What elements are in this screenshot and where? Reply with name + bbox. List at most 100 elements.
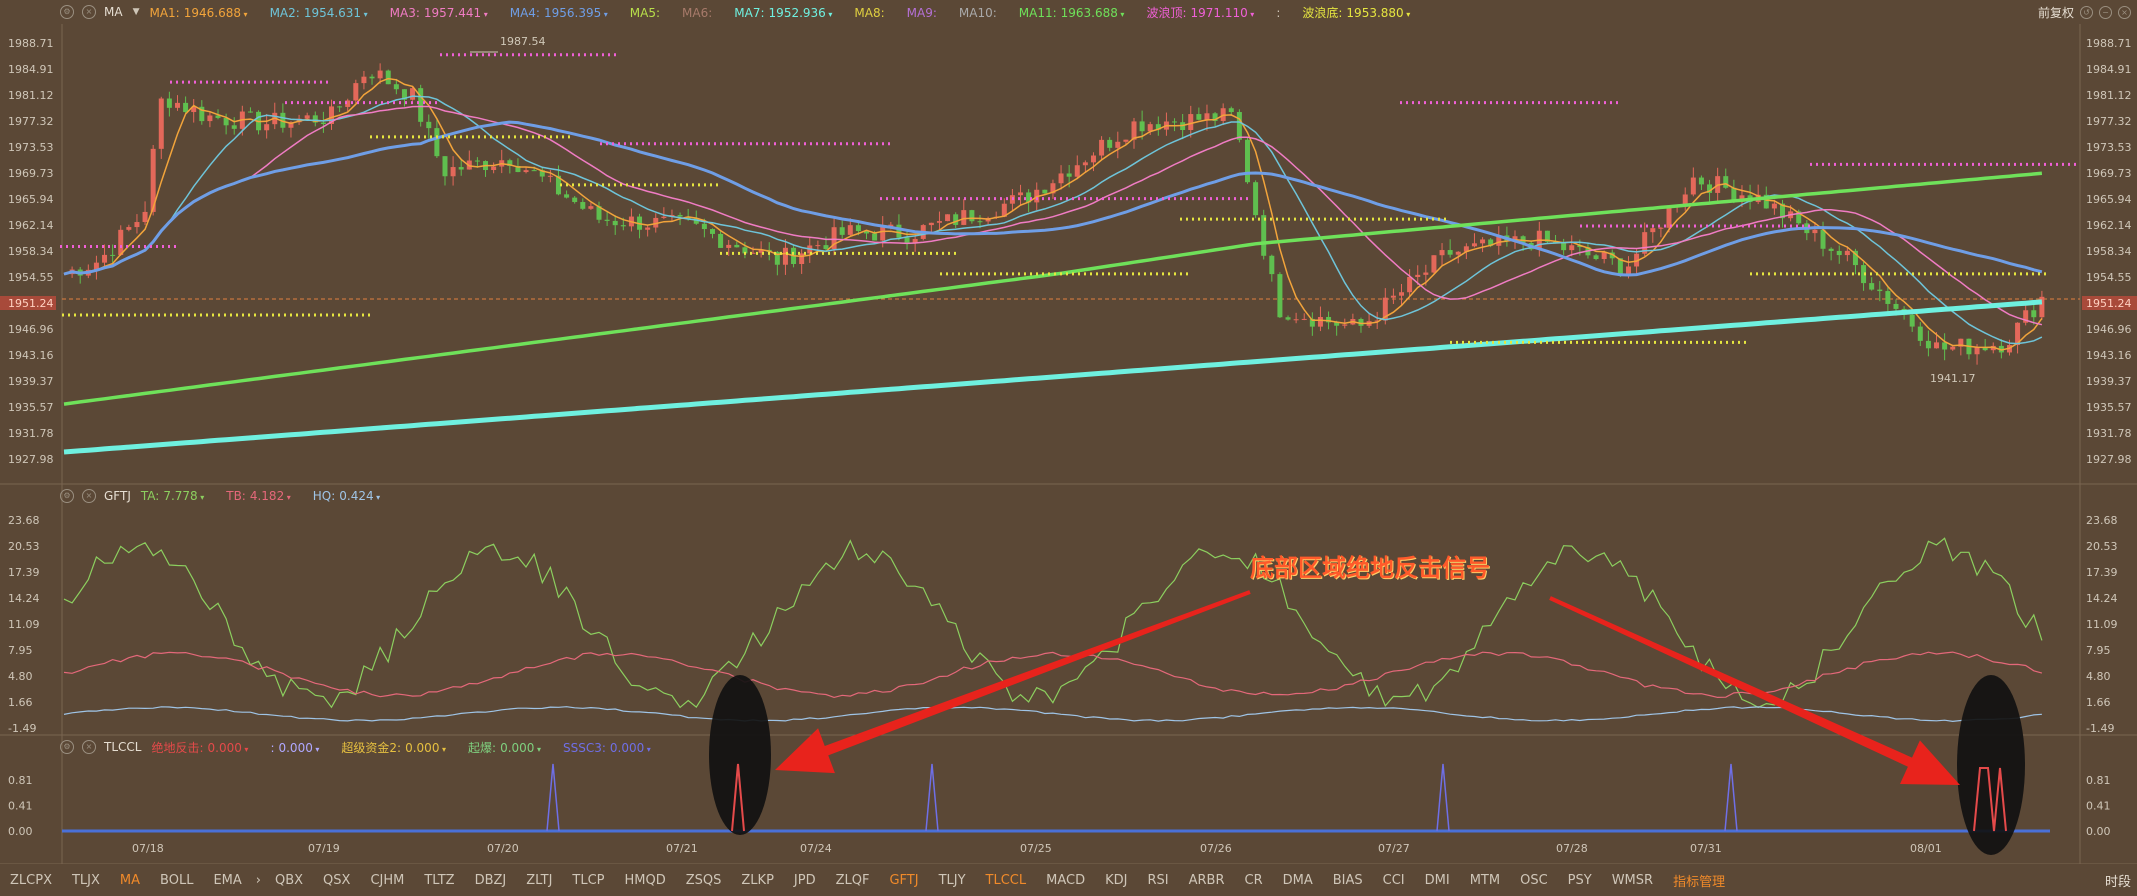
tlccl-indicator-name[interactable]: TLCCL <box>104 740 141 754</box>
highlight-ellipse <box>709 675 771 835</box>
tab-wmsr[interactable]: WMSR <box>1612 873 1653 888</box>
ma7-line <box>63 299 2043 455</box>
candle-body <box>928 222 934 226</box>
tab-cci[interactable]: CCI <box>1383 873 1405 888</box>
candle-body <box>1917 326 1923 341</box>
tab-qsx[interactable]: QSX <box>323 873 350 888</box>
price-axis-label: 1939.37 <box>8 375 54 388</box>
candle-body <box>734 244 740 248</box>
candle-body <box>264 124 270 131</box>
time-period-button[interactable]: 时段 <box>2105 871 2131 890</box>
ma-label: MA11: <box>1018 5 1057 20</box>
candle-body <box>353 83 359 101</box>
tlccl-axis-label: 0.81 <box>2086 774 2111 787</box>
tab-mtm[interactable]: MTM <box>1470 873 1500 888</box>
gftj-axis-label: 4.80 <box>8 670 33 683</box>
tab-zlqf[interactable]: ZLQF <box>836 873 870 888</box>
candle-body <box>385 70 391 85</box>
trend-arrow-icon: ▾ <box>361 9 368 19</box>
trend-arrow-icon: ▾ <box>284 493 291 502</box>
tab-zsqs[interactable]: ZSQS <box>686 873 722 888</box>
tab-ma[interactable]: MA <box>120 873 140 888</box>
candle-body <box>1471 243 1477 247</box>
indicator-manage-button[interactable]: 指标管理 <box>1673 871 1725 890</box>
candle-body <box>953 214 959 225</box>
price-axis-label: 1943.16 <box>2086 349 2132 362</box>
close-panel-icon[interactable]: × <box>2118 6 2131 19</box>
tab-macd[interactable]: MACD <box>1046 873 1085 888</box>
close-icon[interactable]: × <box>82 489 96 503</box>
tab-zltj[interactable]: ZLTJ <box>526 873 552 888</box>
candle-body <box>604 219 610 221</box>
gear-icon[interactable]: ⚙ <box>60 5 74 19</box>
candle-body <box>645 227 651 230</box>
trend-arrow-icon: ▾ <box>1403 9 1411 19</box>
tab-zlkp[interactable]: ZLKP <box>741 873 774 888</box>
candle-body <box>847 225 853 235</box>
tab-dbzj[interactable]: DBZJ <box>475 873 507 888</box>
tab-kdj[interactable]: KDJ <box>1105 873 1127 888</box>
ma-label: MA2: <box>269 5 300 20</box>
tab-dma[interactable]: DMA <box>1283 873 1313 888</box>
candle-body <box>1625 266 1631 275</box>
tab-jpd[interactable]: JPD <box>794 873 816 888</box>
candle-body <box>1042 189 1048 194</box>
tab-cjhm[interactable]: CJHM <box>370 873 404 888</box>
tab-tltz[interactable]: TLTZ <box>424 873 454 888</box>
candle-body <box>1690 177 1696 195</box>
close-icon[interactable]: × <box>82 5 96 19</box>
ma-value: 1957.441 <box>423 5 482 20</box>
close-icon[interactable]: × <box>82 740 96 754</box>
tlccl-item-1: :0.000 ▾ <box>270 741 319 755</box>
trend-arrow-icon: ▾ <box>312 744 320 754</box>
chevron-down-icon[interactable]: ▼ <box>133 7 140 17</box>
candle-body <box>588 206 594 209</box>
candle-body <box>961 210 967 225</box>
tlccl-label: 绝地反击: <box>151 740 204 755</box>
candle-body <box>1447 250 1453 255</box>
tab-bias[interactable]: BIAS <box>1333 873 1363 888</box>
minimize-icon[interactable]: − <box>2099 6 2112 19</box>
tab-tljx[interactable]: TLJX <box>72 873 100 888</box>
tab-ema[interactable]: EMA <box>213 873 241 888</box>
candle-body <box>134 222 140 228</box>
tab-cr[interactable]: CR <box>1245 873 1263 888</box>
gftj-axis-label: 7.95 <box>2086 644 2111 657</box>
adjust-label[interactable]: 前复权 <box>2038 4 2074 21</box>
tab-dmi[interactable]: DMI <box>1425 873 1450 888</box>
tab-hmqd[interactable]: HMQD <box>625 873 666 888</box>
tab-arbr[interactable]: ARBR <box>1189 873 1225 888</box>
candle-body <box>1593 255 1599 260</box>
candle-body <box>1569 245 1575 251</box>
tab-rsi[interactable]: RSI <box>1147 873 1168 888</box>
refresh-icon[interactable]: ↺ <box>2080 6 2093 19</box>
tab-osc[interactable]: OSC <box>1520 873 1548 888</box>
chevron-right-icon[interactable]: › <box>256 873 261 888</box>
main-indicator-name[interactable]: MA <box>104 5 123 19</box>
gftj-item-0: TA: 7.778 ▾ <box>141 489 204 503</box>
candle-body <box>1058 173 1064 184</box>
candle-body <box>491 166 497 171</box>
candle-body <box>142 211 148 223</box>
tab-qbx[interactable]: QBX <box>275 873 303 888</box>
gear-icon[interactable]: ⚙ <box>60 740 74 754</box>
tab-boll[interactable]: BOLL <box>160 873 193 888</box>
tab-tlcp[interactable]: TLCP <box>572 873 604 888</box>
tlccl-label: 起爆: <box>468 740 497 755</box>
candle-body <box>572 197 578 203</box>
gftj-axis-label: 11.09 <box>8 618 40 631</box>
tab-tljy[interactable]: TLJY <box>939 873 966 888</box>
tab-tlccl[interactable]: TLCCL <box>986 873 1027 888</box>
price-axis-label: 1958.34 <box>2086 245 2132 258</box>
candle-body <box>1253 182 1259 216</box>
tab-zlcpx[interactable]: ZLCPX <box>10 873 52 888</box>
gftj-axis-label: 17.39 <box>8 566 40 579</box>
tab-gftj[interactable]: GFTJ <box>889 873 918 888</box>
candle-body <box>1455 251 1461 255</box>
candle-body <box>1480 239 1486 244</box>
tab-psy[interactable]: PSY <box>1568 873 1592 888</box>
gftj-label: HQ: <box>312 489 336 503</box>
gftj-indicator-name[interactable]: GFTJ <box>104 489 131 503</box>
gear-icon[interactable]: ⚙ <box>60 489 74 503</box>
candle-body <box>1828 248 1834 251</box>
